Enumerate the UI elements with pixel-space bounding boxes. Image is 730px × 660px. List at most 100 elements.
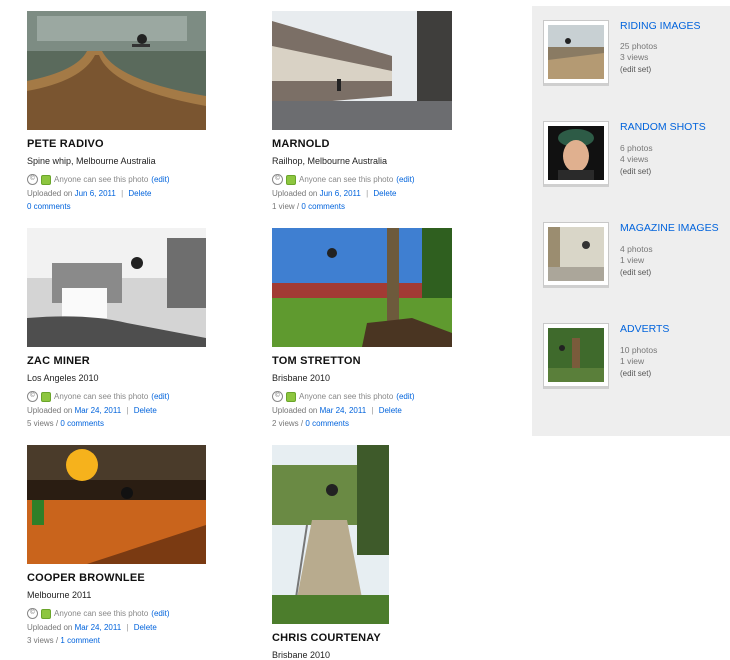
comments-link[interactable]: 0 comments	[27, 202, 71, 211]
photo-description: Los Angeles 2010	[27, 373, 99, 383]
stats-row: 5 views / 0 comments	[27, 419, 206, 428]
set-view-count: 3 views	[620, 52, 649, 62]
upload-date-link[interactable]: Jun 6, 2011	[320, 189, 361, 198]
set-thumbnail[interactable]	[543, 121, 609, 187]
photo-title[interactable]: ZAC MINER	[27, 355, 206, 367]
privacy-text: Anyone can see this photo	[54, 175, 149, 184]
edit-privacy-link[interactable]: (edit)	[151, 392, 169, 401]
upload-row: Uploaded on Mar 24, 2011 | Delete	[272, 406, 452, 415]
edit-privacy-link[interactable]: (edit)	[151, 175, 169, 184]
photo-thumbnail[interactable]	[27, 228, 206, 347]
photo-thumbnail[interactable]	[272, 11, 452, 130]
upload-row: Uploaded on Mar 24, 2011 | Delete	[27, 623, 206, 632]
separator: |	[366, 189, 369, 198]
photo-title[interactable]: MARNOLD	[272, 138, 452, 150]
set-title[interactable]: MAGAZINE IMAGES	[620, 222, 719, 234]
edit-set-link[interactable]: (edit set)	[620, 369, 651, 378]
privacy-text: Anyone can see this photo	[54, 609, 149, 618]
photo-title[interactable]: CHRIS COURTENAY	[272, 632, 389, 644]
upload-date-link[interactable]: Mar 24, 2011	[320, 406, 367, 415]
delete-link[interactable]: Delete	[128, 189, 151, 198]
edit-privacy-link[interactable]: (edit)	[396, 392, 414, 401]
privacy-text: Anyone can see this photo	[299, 175, 394, 184]
photo-thumbnail[interactable]	[272, 228, 452, 347]
delete-link[interactable]: Delete	[134, 406, 157, 415]
edit-set-link[interactable]: (edit set)	[620, 65, 651, 74]
stats-row: 0 comments	[27, 202, 206, 211]
edit-privacy-link[interactable]: (edit)	[396, 175, 414, 184]
photo-description: Railhop, Melbourne Australia	[272, 156, 388, 166]
upload-row: Uploaded on Jun 6, 2011 | Delete	[272, 189, 452, 198]
set-thumbnail[interactable]	[543, 20, 609, 86]
separator: /	[296, 202, 300, 211]
privacy-row: © Anyone can see this photo (edit)	[272, 391, 452, 402]
uploaded-label: Uploaded on	[27, 189, 73, 198]
edit-set-link[interactable]: (edit set)	[620, 167, 651, 176]
photo-item: COOPER BROWNLEE Melbourne 2011 © Anyone …	[27, 445, 206, 645]
views-count: 2 views	[272, 419, 299, 428]
upload-row: Uploaded on Mar 24, 2011 | Delete	[27, 406, 206, 415]
upload-date-link[interactable]: Mar 24, 2011	[75, 406, 122, 415]
views-count: 3 views	[27, 636, 54, 645]
separator: /	[300, 419, 304, 428]
delete-link[interactable]: Delete	[379, 406, 402, 415]
comments-link[interactable]: 0 comments	[301, 202, 345, 211]
upload-row: Uploaded on Jun 6, 2011 | Delete	[27, 189, 206, 198]
edit-privacy-link[interactable]: (edit)	[151, 609, 169, 618]
views-count: 1 view	[272, 202, 295, 211]
photo-description: Spine whip, Melbourne Australia	[27, 156, 156, 166]
comments-link[interactable]: 0 comments	[305, 419, 349, 428]
separator: |	[121, 189, 124, 198]
public-visibility-icon	[41, 391, 51, 402]
copyright-icon: ©	[27, 174, 38, 185]
copyright-icon: ©	[27, 391, 38, 402]
public-visibility-icon	[286, 391, 296, 402]
set-photo-count: 10 photos	[620, 345, 658, 355]
set-title[interactable]: RANDOM SHOTS	[620, 121, 706, 133]
photo-thumbnail[interactable]	[27, 11, 206, 130]
set-thumbnail[interactable]	[543, 323, 609, 389]
photo-item: CHRIS COURTENAY Brisbane 2010	[272, 445, 389, 660]
separator: |	[371, 406, 374, 415]
uploaded-label: Uploaded on	[272, 189, 318, 198]
photo-item: TOM STRETTON Brisbane 2010 © Anyone can …	[272, 228, 452, 428]
privacy-row: © Anyone can see this photo (edit)	[272, 174, 452, 185]
upload-date-link[interactable]: Jun 6, 2011	[75, 189, 116, 198]
set-view-count: 1 view	[620, 356, 645, 366]
photo-thumbnail[interactable]	[272, 445, 389, 624]
sets-sidebar: RIDING IMAGES 25 photos 3 views (edit se…	[532, 6, 730, 436]
edit-set-link[interactable]: (edit set)	[620, 268, 651, 277]
privacy-row: © Anyone can see this photo (edit)	[27, 174, 206, 185]
photo-item: MARNOLD Railhop, Melbourne Australia © A…	[272, 11, 452, 211]
copyright-icon: ©	[272, 391, 283, 402]
delete-link[interactable]: Delete	[134, 623, 157, 632]
set-title[interactable]: RIDING IMAGES	[620, 20, 701, 32]
set-photo-count: 4 photos	[620, 244, 653, 254]
privacy-row: © Anyone can see this photo (edit)	[27, 391, 206, 402]
views-count: 5 views	[27, 419, 54, 428]
public-visibility-icon	[286, 174, 296, 185]
privacy-row: © Anyone can see this photo (edit)	[27, 608, 206, 619]
photo-title[interactable]: PETE RADIVO	[27, 138, 206, 150]
set-view-count: 4 views	[620, 154, 649, 164]
copyright-icon: ©	[27, 608, 38, 619]
uploaded-label: Uploaded on	[27, 406, 73, 415]
separator: |	[126, 623, 129, 632]
set-thumbnail[interactable]	[543, 222, 609, 288]
photo-title[interactable]: TOM STRETTON	[272, 355, 452, 367]
photo-description: Brisbane 2010	[272, 373, 331, 383]
uploaded-label: Uploaded on	[27, 623, 73, 632]
uploaded-label: Uploaded on	[272, 406, 318, 415]
delete-link[interactable]: Delete	[373, 189, 396, 198]
public-visibility-icon	[41, 608, 51, 619]
public-visibility-icon	[41, 174, 51, 185]
photo-item: PETE RADIVO Spine whip, Melbourne Austra…	[27, 11, 206, 211]
upload-date-link[interactable]: Mar 24, 2011	[75, 623, 122, 632]
photo-title[interactable]: COOPER BROWNLEE	[27, 572, 206, 584]
separator: /	[55, 419, 59, 428]
set-title[interactable]: ADVERTS	[620, 323, 669, 335]
comments-link[interactable]: 0 comments	[60, 419, 104, 428]
stats-row: 3 views / 1 comment	[27, 636, 206, 645]
comments-link[interactable]: 1 comment	[60, 636, 100, 645]
photo-thumbnail[interactable]	[27, 445, 206, 564]
